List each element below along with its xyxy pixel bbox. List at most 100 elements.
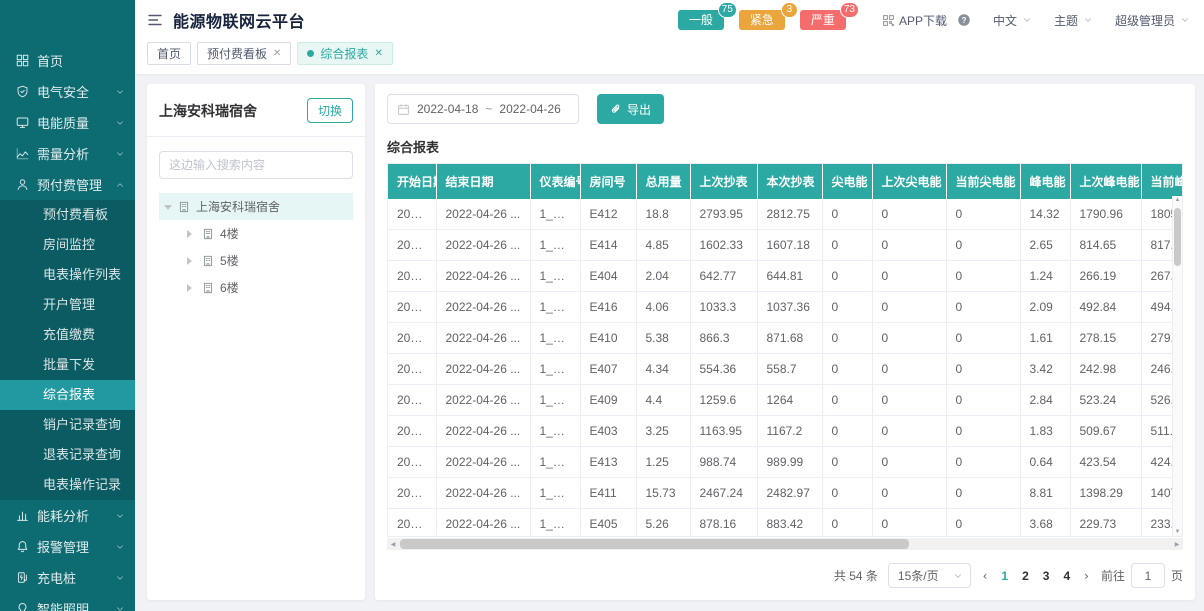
date-range-picker[interactable]: 2022-04-18 ~ 2022-04-26 <box>387 94 579 124</box>
table-row[interactable]: 2022-0...2022-04-26 ...1_192E41218.82793… <box>388 199 1183 230</box>
page-number-4[interactable]: 4 <box>1063 569 1070 583</box>
sidebar-subitem[interactable]: 充值缴费 <box>0 320 135 350</box>
table-row[interactable]: 2022-0...2022-04-26 ...1_190E4105.38866.… <box>388 323 1183 354</box>
table-cell: 2022-04-26 ... <box>436 447 530 478</box>
export-button[interactable]: 导出 <box>597 94 664 124</box>
column-header: 尖电能 <box>822 164 872 199</box>
paperclip-icon <box>610 103 622 115</box>
sidebar-menu: 首页电气安全电能质量需量分析预付费管理预付费看板房间监控电表操作列表开户管理充值… <box>0 45 135 611</box>
user-label: 超级管理员 <box>1115 12 1175 29</box>
caret-right-icon[interactable] <box>187 230 196 238</box>
table-cell: E414 <box>580 230 636 261</box>
sidebar-subitem[interactable]: 综合报表 <box>0 380 135 410</box>
sidebar-item-label: 智能照明 <box>37 599 89 611</box>
table-cell: 14.32 <box>1020 199 1070 230</box>
vertical-scrollbar[interactable]: ▲ ▼ <box>1172 196 1182 536</box>
table-row[interactable]: 2022-0...2022-04-26 ...1_191E41115.73246… <box>388 478 1183 509</box>
language-dropdown[interactable]: 中文 <box>993 12 1032 29</box>
sidebar-item-prepaid-management[interactable]: 预付费管理 <box>0 169 135 200</box>
sidebar-subitem[interactable]: 预付费看板 <box>0 200 135 230</box>
table-cell: 8.81 <box>1020 478 1070 509</box>
alarm-button[interactable]: 紧急3 <box>739 10 785 30</box>
table-row[interactable]: 2022-0...2022-04-26 ...1_193E4131.25988.… <box>388 447 1183 478</box>
sidebar-subitem[interactable]: 房间监控 <box>0 230 135 260</box>
page-size-select[interactable]: 15条/页 <box>888 563 971 588</box>
tree-node-root[interactable]: 上海安科瑞宿舍 <box>159 193 353 220</box>
tree-node-5楼[interactable]: 5楼 <box>179 247 353 274</box>
caret-down-icon[interactable] <box>164 205 172 214</box>
table-cell: 492.84 <box>1070 292 1141 323</box>
sidebar-subitem[interactable]: 电表操作记录 <box>0 470 135 500</box>
table-cell: 0 <box>946 416 1020 447</box>
alarm-button[interactable]: 一般75 <box>678 10 724 30</box>
sidebar-subitem[interactable]: 电表操作列表 <box>0 260 135 290</box>
tree-node-6楼[interactable]: 6楼 <box>179 274 353 301</box>
table-row[interactable]: 2022-0...2022-04-26 ...1_183E4033.251163… <box>388 416 1183 447</box>
table-row[interactable]: 2022-0...2022-04-26 ...1_184E4042.04642.… <box>388 261 1183 292</box>
table-row[interactable]: 2022-0...2022-04-26 ...1_185E4055.26878.… <box>388 509 1183 538</box>
close-icon[interactable]: ✕ <box>374 48 382 59</box>
user-dropdown[interactable]: 超级管理员 <box>1115 12 1190 29</box>
help-icon[interactable]: ? <box>957 13 971 27</box>
column-header: 上次尖电能 <box>872 164 946 199</box>
scroll-up-icon[interactable]: ▲ <box>1173 197 1182 203</box>
sidebar-item-home[interactable]: 首页 <box>0 45 135 76</box>
sidebar-item-electrical-safety[interactable]: 电气安全 <box>0 76 135 107</box>
table-row[interactable]: 2022-0...2022-04-26 ...1_187E4074.34554.… <box>388 354 1183 385</box>
theme-dropdown[interactable]: 主题 <box>1054 12 1093 29</box>
table-row[interactable]: 2022-0...2022-04-26 ...1_195E4164.061033… <box>388 292 1183 323</box>
tree-node-4楼[interactable]: 4楼 <box>179 220 353 247</box>
table-cell: 5.38 <box>636 323 690 354</box>
tree-search-input[interactable] <box>159 151 353 179</box>
close-icon[interactable]: ✕ <box>273 48 281 59</box>
horizontal-scrollbar[interactable]: ◀ ▶ <box>387 538 1183 550</box>
sidebar-item-energy-analysis[interactable]: 能耗分析 <box>0 500 135 531</box>
next-page-button[interactable]: › <box>1082 569 1091 583</box>
table-cell: 0 <box>822 323 872 354</box>
language-label: 中文 <box>993 12 1017 29</box>
caret-right-icon[interactable] <box>187 284 196 292</box>
switch-button[interactable]: 切换 <box>307 98 353 123</box>
table-cell: 883.42 <box>757 509 822 538</box>
scroll-down-icon[interactable]: ▼ <box>1173 529 1182 535</box>
table-row[interactable]: 2022-0...2022-04-26 ...1_189E4094.41259.… <box>388 385 1183 416</box>
sidebar-item-smart-lighting[interactable]: 智能照明 <box>0 593 135 611</box>
sidebar-subitem[interactable]: 批量下发 <box>0 350 135 380</box>
sidebar-item-charging-pile[interactable]: 充电桩 <box>0 562 135 593</box>
sidebar-item-power-quality[interactable]: 电能质量 <box>0 107 135 138</box>
prev-page-button[interactable]: ‹ <box>981 569 990 583</box>
vertical-scrollbar-thumb[interactable] <box>1174 208 1181 266</box>
scroll-left-icon[interactable]: ◀ <box>387 538 399 550</box>
caret-right-icon[interactable] <box>187 257 196 265</box>
alarm-button[interactable]: 严重73 <box>800 10 846 30</box>
app-download-link[interactable]: APP下载 <box>882 12 947 29</box>
page-number-1[interactable]: 1 <box>1001 569 1008 583</box>
sidebar-subitem[interactable]: 销户记录查询 <box>0 410 135 440</box>
tab-首页[interactable]: 首页 <box>147 42 191 65</box>
table-cell: 2022-04-26 ... <box>436 292 530 323</box>
goto-page-input[interactable] <box>1131 563 1165 588</box>
table-cell: E411 <box>580 478 636 509</box>
sidebar-item-alarm-management[interactable]: 报警管理 <box>0 531 135 562</box>
sidebar-subitem[interactable]: 退表记录查询 <box>0 440 135 470</box>
collapse-sidebar-icon[interactable] <box>147 12 163 28</box>
sidebar-item-demand-analysis[interactable]: 需量分析 <box>0 138 135 169</box>
table-cell: 0 <box>872 385 946 416</box>
tab-预付费看板[interactable]: 预付费看板✕ <box>197 42 291 65</box>
tab-bar: 首页预付费看板✕ 综合报表✕ <box>147 42 1190 65</box>
table-cell: 0 <box>946 478 1020 509</box>
table-cell: 4.85 <box>636 230 690 261</box>
sidebar-subitem[interactable]: 开户管理 <box>0 290 135 320</box>
page-number-2[interactable]: 2 <box>1022 569 1029 583</box>
horizontal-scrollbar-thumb[interactable] <box>400 539 909 549</box>
table-cell: 423.54 <box>1070 447 1141 478</box>
chevron-down-icon <box>115 542 125 552</box>
table-cell: 229.73 <box>1070 509 1141 538</box>
tab-综合报表[interactable]: 综合报表✕ <box>297 42 392 65</box>
main-area: 能源物联网云平台 一般75紧急3严重73 APP下载 ? 中文 <box>135 0 1204 611</box>
sidebar-item-label: 充电桩 <box>37 568 76 587</box>
scroll-right-icon[interactable]: ▶ <box>1171 538 1183 550</box>
table-row[interactable]: 2022-0...2022-04-26 ...1_194E4144.851602… <box>388 230 1183 261</box>
page-number-3[interactable]: 3 <box>1043 569 1050 583</box>
table-cell: 1_185 <box>530 509 580 538</box>
